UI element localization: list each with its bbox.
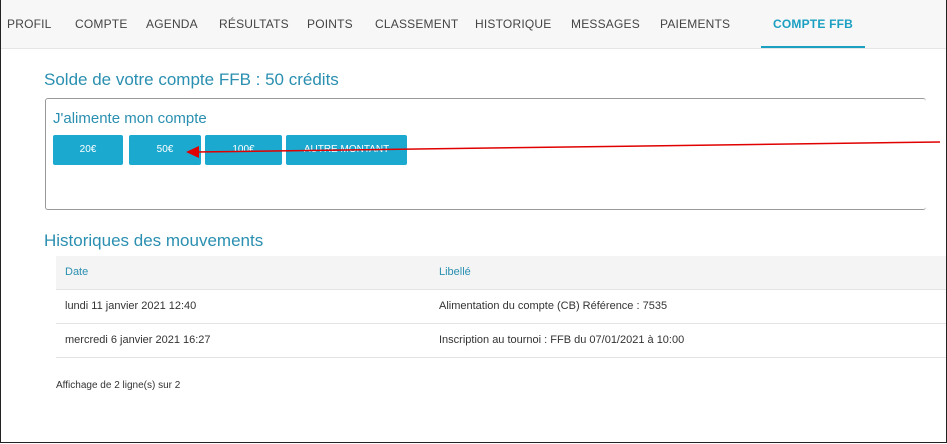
table-row: lundi 11 janvier 2021 12:40 Alimentation…: [56, 290, 946, 324]
tab-classement[interactable]: CLASSEMENT: [375, 0, 458, 48]
table-row: mercredi 6 janvier 2021 16:27 Inscriptio…: [56, 324, 946, 358]
row-date: lundi 11 janvier 2021 12:40: [65, 300, 197, 312]
tab-historique[interactable]: HISTORIQUE: [475, 0, 551, 48]
pagination-info: Affichage de 2 ligne(s) sur 2: [56, 380, 181, 391]
amount-100-button[interactable]: 100€: [205, 135, 282, 165]
page-frame: PROFIL COMPTE AGENDA RÉSULTATS POINTS CL…: [0, 0, 947, 443]
row-label: Inscription au tournoi : FFB du 07/01/20…: [439, 334, 685, 346]
column-header-label: Libellé: [439, 266, 471, 278]
column-header-date: Date: [65, 266, 89, 278]
amount-20-button[interactable]: 20€: [53, 135, 123, 165]
tab-messages[interactable]: MESSAGES: [571, 0, 640, 48]
topup-title: J'alimente mon compte: [53, 110, 207, 127]
history-title: Historiques des mouvements: [44, 231, 264, 250]
tab-profil[interactable]: PROFIL: [7, 0, 52, 48]
history-table: Date Libellé lundi 11 janvier 2021 12:40…: [56, 256, 946, 358]
topup-panel: J'alimente mon compte 20€ 50€ 100€ AUTRE…: [45, 98, 926, 210]
tab-compte-ffb[interactable]: COMPTE FFB: [761, 0, 865, 48]
tab-resultats[interactable]: RÉSULTATS: [219, 0, 289, 48]
other-amount-button[interactable]: AUTRE MONTANT: [286, 135, 407, 165]
row-date: mercredi 6 janvier 2021 16:27: [65, 334, 211, 346]
tab-agenda[interactable]: AGENDA: [146, 0, 198, 48]
tab-points[interactable]: POINTS: [307, 0, 353, 48]
table-header: Date Libellé: [56, 256, 946, 290]
tab-paiements[interactable]: PAIEMENTS: [660, 0, 730, 48]
tab-bar: PROFIL COMPTE AGENDA RÉSULTATS POINTS CL…: [1, 0, 946, 49]
tab-compte[interactable]: COMPTE: [75, 0, 128, 48]
amount-50-button[interactable]: 50€: [129, 135, 201, 165]
row-label: Alimentation du compte (CB) Référence : …: [439, 300, 668, 312]
balance-title: Solde de votre compte FFB : 50 crédits: [44, 70, 339, 89]
